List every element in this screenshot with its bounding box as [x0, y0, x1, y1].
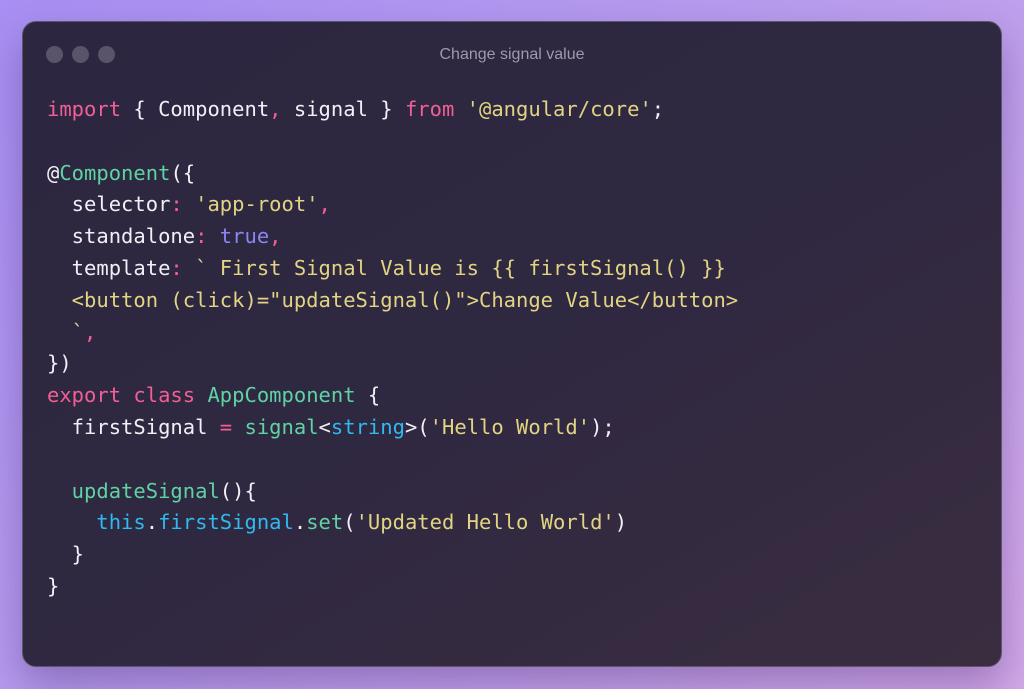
code-token-pn: :: [195, 224, 208, 249]
code-line: }): [47, 348, 738, 380]
code-token-pn: :: [170, 192, 183, 217]
code-token-type: this: [96, 510, 146, 535]
code-token-fn: signal: [244, 414, 319, 439]
code-token-plain: firstSignal: [47, 414, 220, 439]
code-line: standalone: true,: [47, 221, 738, 253]
code-token-pn: ,: [318, 192, 331, 217]
code-token-plain: }: [47, 542, 85, 567]
code-token-plain: { Component: [121, 97, 270, 121]
window-title: Change signal value: [439, 46, 585, 63]
code-line: }: [47, 571, 738, 603]
code-token-plain: }): [47, 351, 72, 376]
code-line: firstSignal = signal<string>('Hello Worl…: [47, 412, 738, 444]
code-window: Change signal value import { Component, …: [22, 21, 1002, 667]
code-token-plain: <: [318, 414, 331, 439]
code-token-fn: AppComponent: [207, 383, 356, 408]
code-line: <button (click)="updateSignal()">Change …: [47, 285, 738, 317]
code-token-plain: selector: [47, 192, 171, 217]
code-line: updateSignal(){: [47, 476, 738, 508]
code-line: @Component({: [47, 158, 738, 190]
code-token-str: <button (click)="updateSignal()">Change …: [47, 287, 739, 312]
code-token-kw: class: [133, 383, 196, 408]
code-token-plain: .: [293, 510, 307, 535]
code-token-pn: ,: [84, 319, 97, 344]
code-token-type: string: [330, 414, 405, 439]
code-token-fn: Component: [59, 160, 171, 185]
code-token-str: `: [47, 319, 85, 344]
code-token-type: firstSignal: [158, 510, 294, 535]
code-line: export class AppComponent {: [47, 380, 738, 412]
code-token-str: '@angular/core': [466, 97, 652, 121]
code-line: }: [47, 539, 738, 571]
code-token-kw: import: [47, 97, 122, 121]
code-token-plain: @: [47, 160, 60, 185]
code-token-plain: }: [47, 573, 60, 598]
code-token-plain: standalone: [47, 224, 196, 249]
code-token-str: 'app-root': [195, 192, 319, 217]
code-token-str: 'Updated Hello World': [355, 510, 615, 535]
code-token-plain: signal }: [281, 97, 405, 121]
code-token-plain: template: [47, 255, 171, 280]
code-token-str: 'Hello World': [429, 414, 591, 439]
code-token-plain: >(: [404, 414, 430, 439]
code-line: template: ` First Signal Value is {{ fir…: [47, 253, 738, 285]
code-block: import { Component, signal } from '@angu…: [47, 94, 738, 603]
code-line: this.firstSignal.set('Updated Hello Worl…: [47, 507, 738, 539]
code-token-plain: );: [590, 414, 615, 439]
code-token-pn: ,: [269, 224, 282, 249]
code-token-str: ` First Signal Value is {{ firstSignal()…: [195, 255, 726, 280]
code-token-pn: ,: [269, 97, 282, 121]
code-token-plain: ): [614, 510, 628, 535]
code-token-plain: ;: [651, 97, 665, 121]
code-token-plain: (: [343, 510, 356, 535]
code-token-plain: {: [355, 383, 381, 408]
code-token-plain: (){: [219, 478, 257, 503]
code-token-plain: .: [145, 510, 159, 535]
code-token-fn: set: [306, 510, 344, 535]
code-token-plain: ({: [170, 160, 196, 185]
code-line: selector: 'app-root',: [47, 189, 738, 221]
code-line: import { Component, signal } from '@angu…: [47, 94, 738, 126]
code-token-fn: updateSignal: [47, 478, 220, 503]
code-token-pn: :: [170, 255, 183, 280]
code-line: `,: [47, 317, 738, 349]
code-token-kw: from: [404, 97, 455, 121]
code-token-pn: =: [219, 414, 233, 439]
code-token-bool: true: [219, 224, 270, 249]
code-token-kw: export: [47, 383, 122, 408]
